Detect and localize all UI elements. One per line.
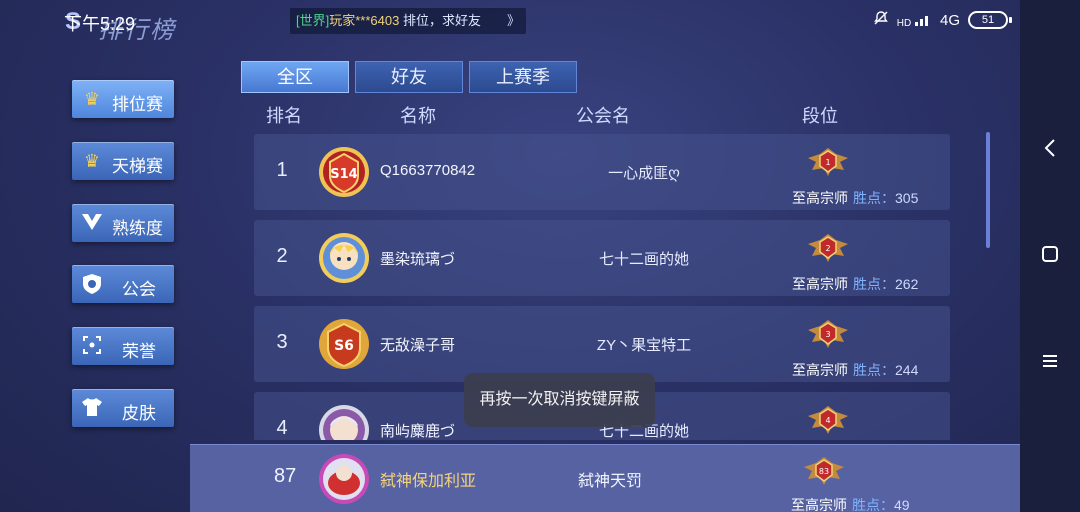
ticker-player: 玩家***6403 [329,13,400,28]
target-icon [80,335,104,357]
row-rank: 1 [276,159,288,181]
svg-text:83: 83 [819,467,829,476]
player-name: 弑神保加利亚 [380,473,477,490]
tab-friends[interactable]: 好友 [355,61,463,93]
row-rank: 87 [274,465,297,487]
sidebar-item-honor[interactable]: 荣誉 [72,327,174,365]
v-badge-icon [80,212,104,234]
tier-label: 至高宗师 [792,190,848,206]
table-row[interactable]: 2 墨染琉璃づ 七十二画的她 2 至高宗师 胜点：262 [254,220,950,296]
svg-text:2: 2 [825,244,830,253]
tier-badge-icon: 4 [806,404,848,438]
svg-text:S14: S14 [330,167,357,182]
tier-label: 至高宗师 [792,276,848,292]
column-header-tier: 段位 [802,106,838,126]
tier-badge-icon: 1 [806,146,848,180]
table-row[interactable]: 1 S14 Q1663770842 一心成匪ღ 1 至高宗师 胜点：305 [254,134,950,210]
points: 胜点：305 [853,190,919,206]
ticker-message: 排位，求好友 [399,13,481,28]
svg-text:3: 3 [825,330,830,339]
mute-icon [873,10,889,30]
svg-text:S6: S6 [334,338,354,354]
network-type: 4G [939,11,960,29]
list-scrollbar[interactable] [986,132,990,248]
sidebar-item-label: 皮肤 [122,404,156,423]
back-icon[interactable] [1038,138,1062,162]
status-icons: HD 4G 51 [873,9,1012,31]
sidebar-item-label: 荣誉 [122,342,156,361]
status-time: 下午5:29 [64,14,136,34]
sidebar-item-label: 排位赛 [112,95,163,114]
column-header-name: 名称 [400,106,436,126]
shield-icon [80,273,104,295]
sidebar-item-skins[interactable]: 皮肤 [72,389,174,427]
sidebar-item-ladder[interactable]: ♛ 天梯赛 [72,142,174,180]
tier-badge-icon: 2 [806,232,848,266]
points: 胜点：244 [853,362,919,378]
sidebar-item-proficiency[interactable]: 熟练度 [72,204,174,242]
ticker-expand-icon[interactable]: 》 [507,8,520,34]
tier-label: 至高宗师 [792,362,848,378]
guild-name: 七十二画的她 [598,251,689,268]
tab-last-season[interactable]: 上赛季 [469,61,577,93]
my-rank-row[interactable]: 87 弑神保加利亚 弑神天罚 83 至高宗师 胜点：49 [190,444,1020,512]
row-rank: 2 [276,245,288,267]
sidebar-item-label: 公会 [122,280,156,299]
table-row[interactable]: 3 S6 无敌澡子哥 ZY丶果宝特工 3 至高宗师 胜点：244 [254,306,950,382]
avatar[interactable]: S14 [318,146,370,198]
sidebar-item-guild[interactable]: 公会 [72,265,174,303]
signal-icon: HD [897,12,932,29]
menu-icon[interactable] [1038,350,1062,374]
crown-icon: ♛ [83,151,101,171]
tier-label: 至高宗师 [791,497,847,512]
leaderboard-screen: S 排行榜 下午5:29 [世界]玩家***6403 排位，求好友 》 HD 4… [0,0,1020,512]
avatar[interactable] [318,404,370,440]
world-chat-ticker[interactable]: [世界]玩家***6403 排位，求好友 》 [290,8,526,34]
tier-badge-icon: 83 [802,455,844,489]
tier-badge-icon: 3 [806,318,848,352]
player-name: Q1663770842 [380,162,476,179]
player-name: 墨染琉璃づ [380,251,456,268]
status-bar: S 排行榜 下午5:29 [世界]玩家***6403 排位，求好友 》 HD 4… [0,0,1020,44]
row-rank: 3 [276,331,288,353]
toast-message: 再按一次取消按键屏蔽 [464,373,655,427]
battery-icon: 51 [968,11,1012,29]
avatar[interactable]: S6 [318,318,370,370]
sidebar-item-ranked[interactable]: ♛ 排位赛 [72,80,174,118]
row-rank: 4 [276,417,288,439]
points: 胜点：49 [852,497,910,512]
home-icon[interactable] [1038,244,1062,268]
svg-text:4: 4 [825,416,830,425]
ticker-channel: [世界] [296,13,330,28]
svg-text:1: 1 [825,158,830,167]
column-header-guild: 公会名 [576,106,630,126]
shirt-icon [80,397,104,419]
system-nav-bar [1020,0,1080,512]
avatar[interactable] [318,453,370,505]
points: 胜点：262 [853,276,919,292]
guild-name: 弑神天罚 [577,473,642,490]
column-header-rank: 排名 [266,106,302,126]
player-name: 无敌澡子哥 [380,337,456,354]
crown-icon: ♛ [83,89,101,109]
avatar[interactable] [318,232,370,284]
guild-name: ZY丶果宝特工 [596,337,692,354]
sidebar-item-label: 熟练度 [112,219,163,238]
player-name: 南屿麋鹿づ [380,423,456,440]
sidebar-item-label: 天梯赛 [112,157,163,176]
tab-all-server[interactable]: 全区 [241,61,349,93]
guild-name: 一心成匪ღ [608,165,680,182]
